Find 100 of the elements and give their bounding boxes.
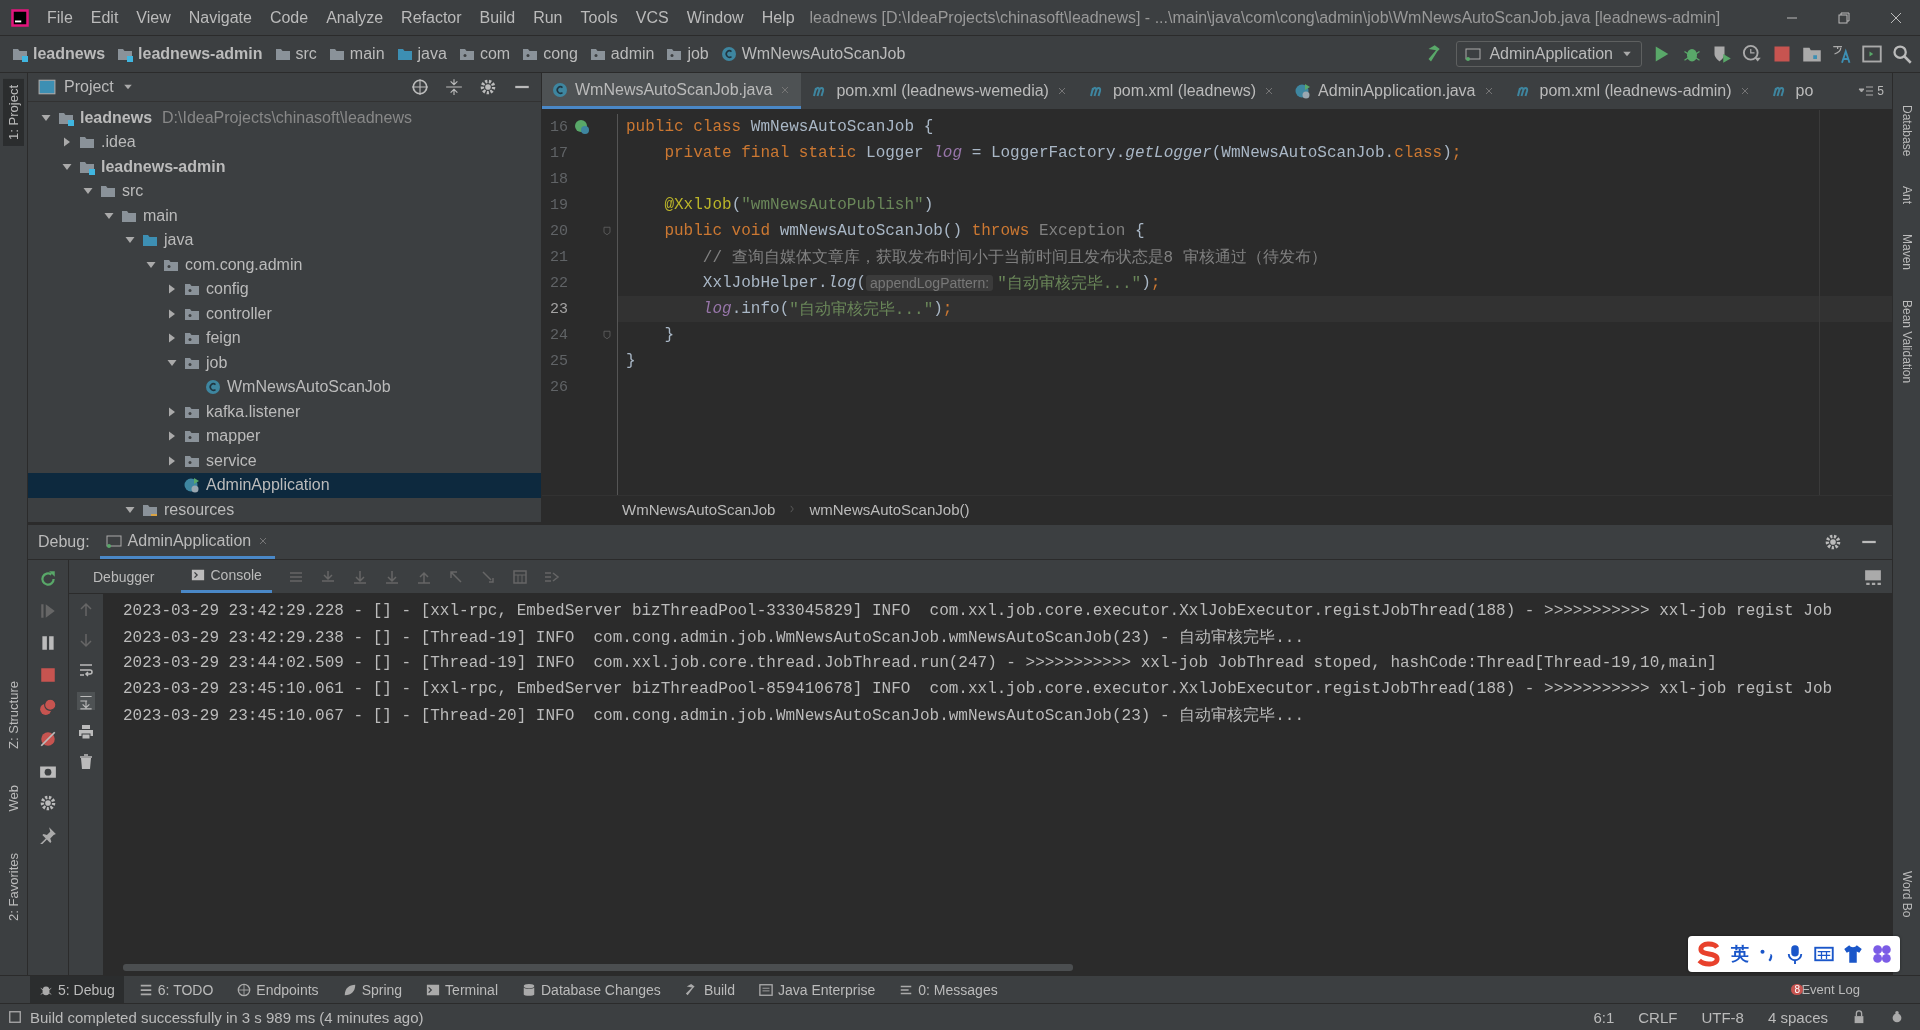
tree-item[interactable]: main [28,203,541,228]
tool-window-button[interactable]: Spring [333,976,412,1003]
tree-item[interactable]: feign [28,326,541,351]
breadcrumb[interactable]: WmNewsAutoScanJob [622,500,776,518]
tree-item[interactable]: config [28,277,541,302]
menu-item[interactable]: File [38,8,82,27]
settings-icon[interactable] [479,77,497,96]
tree-item[interactable]: src [28,179,541,204]
breadcrumb[interactable]: leadnews-admin [115,45,265,63]
menu-item[interactable]: Build [470,8,525,27]
clock-icon[interactable] [1742,44,1762,64]
tool-window-tab[interactable]: 1: Project [3,79,24,146]
file-encoding[interactable]: UTF-8 [1701,1008,1744,1026]
pin-icon[interactable] [39,826,57,844]
menu-item[interactable]: Navigate [179,8,261,27]
breadcrumb[interactable]: job [664,45,711,63]
tool-window-tab[interactable]: Z: Structure [3,674,24,755]
input-mode-toggle[interactable]: 英 [1731,942,1749,966]
settings-icon[interactable] [1824,533,1842,551]
settings-icon[interactable] [39,794,57,812]
pause-icon[interactable] [39,634,57,652]
trash-icon[interactable] [78,754,94,770]
tool-window-button[interactable]: 6: TODO [129,976,223,1003]
menu-item[interactable]: Refactor [392,8,471,27]
panel-title[interactable]: Project [64,77,114,96]
tree-item[interactable]: java [28,228,541,253]
editor-tab[interactable]: po [1760,73,1824,109]
mute-breakpoints-icon[interactable] [39,730,57,748]
search-icon[interactable] [1892,44,1912,64]
restore-icon[interactable] [1836,9,1852,26]
tool-window-button[interactable]: Terminal [417,976,507,1003]
translate-icon[interactable] [1832,44,1852,64]
bean-icon[interactable] [574,119,590,135]
tree-item[interactable]: service [28,448,541,473]
editor-tab[interactable]: WmNewsAutoScanJob.java [542,73,802,109]
breadcrumb[interactable]: admin [587,45,657,63]
menu-item[interactable]: Edit [81,8,128,27]
tree-item[interactable]: kafka.listener [28,399,541,424]
tree-item[interactable]: controller [28,301,541,326]
collapse-all-icon[interactable] [445,77,463,96]
menu-item[interactable]: Window [677,8,753,27]
line-separator[interactable]: CRLF [1638,1008,1678,1026]
debug-session-tab[interactable]: AdminApplication [99,525,276,559]
rerun-icon[interactable] [39,570,57,588]
tree-item[interactable]: WmNewsAutoScanJob [28,375,541,400]
tree-item[interactable]: job [28,350,541,375]
menu-item[interactable]: Code [260,8,318,27]
debug-tab[interactable]: Debugger [83,560,165,593]
shield-run-icon[interactable] [1712,44,1732,64]
tool-window-tab[interactable]: 2: Favorites [3,847,24,927]
breakpoints-icon[interactable] [39,698,57,716]
tab-overflow-menu[interactable]: 5 [1850,73,1892,109]
breadcrumb[interactable]: cong [520,45,580,63]
menu-item[interactable]: Help [752,8,804,27]
tool-window-tab[interactable]: Ant [1896,180,1917,211]
microphone-icon[interactable] [1785,944,1805,964]
tool-window-tab[interactable]: Web [3,778,24,818]
tool-window-tab[interactable]: Bean Validation [1896,294,1917,390]
tool-window-button[interactable]: Database Changes [513,976,670,1003]
tool-window-button[interactable]: Endpoints [228,976,328,1003]
breadcrumb[interactable]: java [394,45,449,63]
breadcrumb[interactable]: leadnews [10,45,108,63]
breadcrumb[interactable]: WmNewsAutoScanJob [718,45,908,63]
shirt-icon[interactable] [1843,944,1863,964]
breadcrumb[interactable]: wmNewsAutoScanJob() [809,500,970,518]
soft-wrap-icon[interactable] [78,662,94,678]
indent-setting[interactable]: 4 spaces [1767,1008,1828,1026]
tool-window-tab[interactable]: Maven [1896,228,1917,277]
tool-window-button[interactable]: 5: Debug [30,976,124,1003]
event-log-button[interactable]: Event Log [1801,982,1860,997]
panel-toggle-icon[interactable] [8,1010,22,1024]
menu-item[interactable]: Tools [571,8,627,27]
breadcrumb[interactable]: main [326,45,387,63]
breadcrumb[interactable]: src [272,45,319,63]
tree-item[interactable]: com.cong.admin [28,252,541,277]
layout-icon[interactable] [1864,567,1882,586]
print-icon[interactable] [78,724,94,740]
editor-tab[interactable]: pom.xml (leadnews-admin) [1504,73,1761,109]
run-configuration-dropdown[interactable]: AdminApplication [1456,41,1642,67]
tree-item[interactable]: leadnews-admin [28,154,541,179]
lock-icon[interactable] [1852,1010,1866,1024]
editor-tab[interactable]: pom.xml (leadnews-wemedia) [801,73,1078,109]
breadcrumb[interactable]: com [456,45,513,63]
inspector-icon[interactable] [1890,1010,1904,1024]
editor-tab[interactable]: pom.xml (leadnews) [1077,73,1286,109]
locate-icon[interactable] [411,77,429,96]
ime-logo-icon[interactable] [1696,941,1722,967]
menu-item[interactable]: Analyze [317,8,393,27]
editor-tab[interactable]: AdminApplication.java [1285,73,1505,109]
tree-item[interactable]: AdminApplication [28,473,541,498]
menu-item[interactable]: Run [524,8,572,27]
tree-item[interactable]: .idea [28,130,541,155]
keyboard-icon[interactable] [1814,944,1834,964]
menu-item[interactable]: View [127,8,180,27]
tool-window-tab[interactable]: Database [1896,99,1917,163]
scrollbar[interactable] [123,964,1073,971]
stop-icon[interactable] [39,666,57,684]
menu-item[interactable]: VCS [626,8,678,27]
stop-icon[interactable] [1772,44,1792,64]
cursor-position[interactable]: 6:1 [1593,1008,1615,1026]
